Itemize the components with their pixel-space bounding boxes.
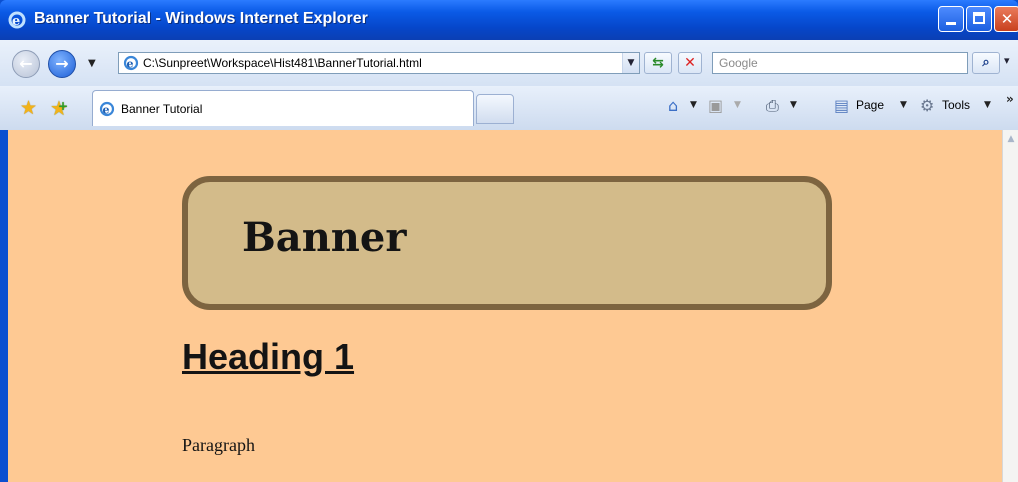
print-icon[interactable]: ⎙ bbox=[766, 96, 779, 116]
title-bar: e Banner Tutorial - Windows Internet Exp… bbox=[0, 0, 1018, 40]
close-icon: ✕ bbox=[1000, 10, 1014, 28]
refresh-icon: ⇆ bbox=[652, 55, 664, 71]
search-placeholder: Google bbox=[719, 56, 758, 70]
home-dropdown-icon[interactable]: ▼ bbox=[690, 100, 697, 110]
tab-label: Banner Tutorial bbox=[121, 102, 203, 116]
refresh-button[interactable]: ⇆ bbox=[644, 52, 672, 74]
banner-box: Banner bbox=[182, 176, 832, 310]
search-button[interactable]: ⌕ bbox=[972, 52, 1000, 74]
feeds-dropdown-icon[interactable]: ▼ bbox=[734, 100, 741, 110]
magnifier-icon: ⌕ bbox=[982, 55, 990, 70]
minimize-button[interactable] bbox=[938, 6, 964, 32]
vertical-scrollbar[interactable]: ▲ bbox=[1002, 130, 1018, 482]
banner-title: Banner bbox=[242, 214, 407, 261]
close-button[interactable]: ✕ bbox=[994, 6, 1018, 32]
navigation-bar: ← → ▼ e C:\Sunpreet\Workspace\Hist481\Ba… bbox=[0, 40, 1018, 87]
more-commands-chevron-icon[interactable]: » bbox=[1006, 92, 1014, 106]
add-favorites-icon[interactable]: ★ + bbox=[50, 96, 68, 120]
maximize-button[interactable] bbox=[966, 6, 992, 32]
new-tab-button[interactable] bbox=[476, 94, 514, 124]
heading-1: Heading 1 bbox=[182, 336, 355, 377]
print-dropdown-icon[interactable]: ▼ bbox=[790, 100, 797, 110]
paragraph: Paragraph bbox=[182, 435, 255, 455]
feeds-icon[interactable]: ▣ bbox=[708, 96, 723, 115]
address-bar[interactable]: e C:\Sunpreet\Workspace\Hist481\BannerTu… bbox=[118, 52, 640, 74]
search-options-dropdown[interactable]: ▾ bbox=[1004, 54, 1010, 67]
recent-pages-dropdown[interactable]: ▼ bbox=[88, 58, 96, 69]
window-title: Banner Tutorial - Windows Internet Explo… bbox=[34, 10, 368, 27]
svg-text:e: e bbox=[103, 104, 110, 117]
tools-menu-dropdown-icon[interactable]: ▼ bbox=[984, 100, 991, 110]
internet-explorer-icon: e bbox=[8, 11, 26, 29]
tab-banner-tutorial[interactable]: e Banner Tutorial bbox=[92, 90, 474, 126]
svg-text:e: e bbox=[127, 58, 134, 71]
minimize-icon bbox=[946, 22, 956, 25]
favorites-star-icon[interactable]: ★ bbox=[20, 97, 37, 119]
back-arrow-icon: ← bbox=[19, 54, 33, 73]
forward-arrow-icon: → bbox=[55, 54, 69, 73]
maximize-icon bbox=[973, 12, 985, 24]
home-icon[interactable]: ⌂ bbox=[668, 96, 678, 115]
search-input[interactable]: Google bbox=[712, 52, 968, 74]
page-menu-dropdown-icon[interactable]: ▼ bbox=[900, 100, 907, 110]
address-dropdown-icon[interactable]: ▼ bbox=[622, 53, 639, 73]
page-menu-icon: ▤ bbox=[834, 96, 850, 115]
tab-command-bar: ★ ★ + e Banner Tutorial ⌂ ▼ ▣ ▼ ⎙ ▼ ▤ Pag… bbox=[0, 86, 1018, 131]
page-content: Banner Heading 1 Paragraph bbox=[8, 130, 1002, 482]
scroll-up-arrow-icon[interactable]: ▲ bbox=[1004, 132, 1018, 146]
tab-page-icon: e bbox=[99, 101, 115, 117]
address-url[interactable]: C:\Sunpreet\Workspace\Hist481\BannerTuto… bbox=[143, 56, 422, 70]
browser-window: e Banner Tutorial - Windows Internet Exp… bbox=[0, 0, 1018, 482]
forward-button[interactable]: → bbox=[48, 50, 76, 78]
stop-button[interactable]: ✕ bbox=[678, 52, 702, 74]
back-button[interactable]: ← bbox=[12, 50, 40, 78]
window-left-border bbox=[0, 130, 8, 482]
plus-icon: + bbox=[58, 99, 69, 113]
stop-icon: ✕ bbox=[684, 55, 696, 71]
page-icon: e bbox=[123, 55, 139, 71]
svg-text:e: e bbox=[12, 14, 20, 29]
tools-menu-button[interactable]: Tools bbox=[942, 98, 970, 112]
tools-gear-icon: ⚙ bbox=[920, 96, 935, 115]
page-menu-button[interactable]: Page bbox=[856, 98, 884, 112]
